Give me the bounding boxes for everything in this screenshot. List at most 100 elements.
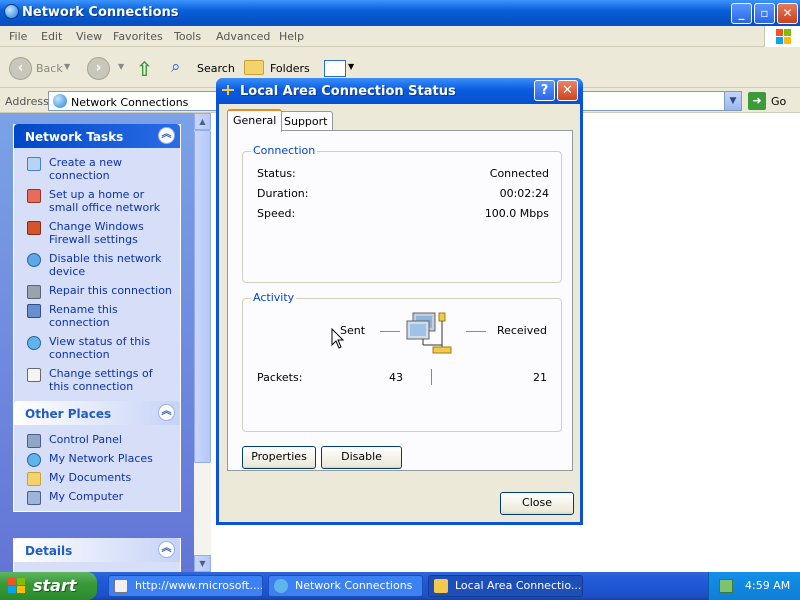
details-header[interactable]: Details ︽ (14, 538, 180, 562)
disable-device-icon (27, 253, 41, 267)
task-disable-device[interactable]: Disable this network device (14, 249, 180, 281)
collapse-chevron-icon[interactable]: ︽ (158, 127, 175, 144)
task-label: Set up a home or small office network (49, 188, 161, 214)
place-my-computer[interactable]: My Computer (14, 487, 180, 506)
windows-flag-icon (8, 578, 25, 593)
taskbar-item-network-connections[interactable]: Network Connections (268, 575, 423, 597)
folders-icon[interactable] (244, 60, 264, 75)
forward-arrow-icon[interactable]: › (87, 57, 110, 80)
menu-view[interactable]: View (76, 30, 102, 43)
task-firewall[interactable]: Change Windows Firewall settings (14, 217, 180, 249)
scroll-thumb[interactable] (194, 130, 211, 463)
forward-dropdown-icon[interactable]: ▼ (118, 62, 124, 71)
folders-button-label[interactable]: Folders (270, 62, 310, 75)
scroll-down-icon[interactable]: ▼ (194, 555, 211, 572)
task-label: Rename this connection (49, 303, 118, 329)
vertical-scrollbar[interactable]: ▲ ▼ (194, 113, 211, 572)
task-change-settings[interactable]: Change settings of this connection (14, 364, 180, 396)
task-home-network[interactable]: Set up a home or small office network (14, 185, 180, 217)
network-tasks-title: Network Tasks (25, 130, 124, 144)
place-label: My Documents (49, 471, 132, 484)
address-label: Address (5, 95, 49, 108)
properties-button[interactable]: Properties (242, 446, 316, 469)
other-places-header[interactable]: Other Places ︽ (14, 401, 180, 425)
place-label: My Network Places (49, 452, 153, 465)
taskbar-item-label: Network Connections (295, 579, 413, 592)
rename-icon (27, 304, 41, 318)
dialog-close-x-button[interactable]: ✕ (557, 80, 578, 101)
taskbar-item-browser[interactable]: http://www.microsoft.... (108, 575, 263, 597)
minimize-button[interactable]: _ (731, 3, 752, 24)
taskbar-item-local-area-connection[interactable]: Local Area Connectio... (428, 575, 583, 597)
activity-group: Activity Sent Received Packets: 43 21 (242, 291, 562, 432)
go-button[interactable]: ➜ Go (748, 91, 798, 111)
menu-help[interactable]: Help (279, 30, 304, 43)
speed-value: 100.0 Mbps (484, 207, 549, 220)
views-dropdown-icon[interactable]: ▼ (348, 62, 354, 71)
task-view-status[interactable]: View status of this connection (14, 332, 180, 364)
task-label: Change settings of this connection (49, 367, 153, 393)
up-folder-icon[interactable]: ⇧ (136, 57, 158, 81)
menu-favorites[interactable]: Favorites (113, 30, 163, 43)
network-tasks-panel: Network Tasks ︽ Create a new connection … (13, 124, 181, 402)
search-button-label[interactable]: Search (197, 62, 235, 75)
help-button[interactable]: ? (534, 80, 555, 101)
views-icon[interactable] (324, 60, 346, 77)
expand-chevron-icon[interactable]: ︽ (158, 541, 175, 558)
repair-icon (27, 285, 41, 299)
task-rename[interactable]: Rename this connection (14, 300, 180, 332)
task-pane: Network Tasks ︽ Create a new connection … (0, 113, 194, 572)
place-label: My Computer (49, 490, 124, 503)
clock[interactable]: 4:59 AM (745, 579, 790, 592)
duration-value: 00:02:24 (499, 187, 549, 200)
menu-file[interactable]: File (9, 30, 27, 43)
address-dropdown-icon[interactable]: ▼ (724, 92, 741, 110)
place-control-panel[interactable]: Control Panel (14, 430, 180, 449)
menu-bar: File Edit View Favorites Tools Advanced … (0, 26, 800, 47)
menu-tools[interactable]: Tools (174, 30, 201, 43)
taskbar-item-label: http://www.microsoft.... (135, 579, 263, 592)
tab-support[interactable]: Support (278, 111, 334, 132)
other-places-title: Other Places (25, 407, 112, 421)
close-window-button[interactable]: ✕ (777, 3, 798, 24)
speed-label: Speed: (257, 207, 296, 220)
network-tasks-header[interactable]: Network Tasks ︽ (14, 124, 180, 148)
back-dropdown-icon[interactable]: ▼ (64, 62, 70, 71)
back-arrow-icon[interactable]: ‹ (9, 57, 32, 80)
task-create-connection[interactable]: Create a new connection (14, 153, 180, 185)
network-connections-icon (53, 94, 67, 108)
task-repair[interactable]: Repair this connection (14, 281, 180, 300)
network-tray-icon[interactable] (719, 579, 733, 593)
tab-general[interactable]: General (227, 109, 283, 132)
view-status-icon (27, 336, 41, 350)
maximize-button[interactable]: ▫ (754, 3, 775, 24)
scroll-up-icon[interactable]: ▲ (194, 113, 211, 130)
control-panel-icon (27, 434, 41, 448)
collapse-chevron-icon[interactable]: ︽ (158, 404, 175, 421)
task-label: View status of this connection (49, 335, 151, 361)
connection-group: Connection Status: Connected Duration: 0… (242, 144, 562, 283)
search-icon[interactable]: ⌕ (171, 57, 193, 79)
menu-edit[interactable]: Edit (41, 30, 62, 43)
firewall-icon (27, 221, 41, 235)
back-button-label[interactable]: Back (36, 62, 63, 75)
task-label: Repair this connection (49, 284, 172, 297)
close-button[interactable]: Close (500, 492, 574, 515)
menu-advanced[interactable]: Advanced (216, 30, 270, 43)
taskbar-item-label: Local Area Connectio... (455, 579, 582, 592)
go-arrow-icon: ➜ (748, 92, 766, 110)
connection-legend: Connection (251, 144, 318, 157)
network-activity-icon (406, 312, 452, 354)
my-computer-icon (27, 491, 41, 505)
taskbar: start http://www.microsoft.... Network C… (0, 572, 800, 600)
explorer-title-bar[interactable]: Network Connections _ ▫ ✕ (0, 0, 800, 26)
disable-button[interactable]: Disable (321, 446, 402, 469)
duration-label: Duration: (257, 187, 309, 200)
place-my-network-places[interactable]: My Network Places (14, 449, 180, 468)
dialog-title-bar[interactable]: Local Area Connection Status ? ✕ (216, 78, 583, 104)
packets-label: Packets: (257, 371, 303, 384)
start-button[interactable]: start (0, 572, 97, 600)
other-places-panel: Other Places ︽ Control Panel My Network … (13, 401, 181, 512)
place-my-documents[interactable]: My Documents (14, 468, 180, 487)
connection-status-dialog: Local Area Connection Status ? ✕ General… (216, 78, 583, 525)
